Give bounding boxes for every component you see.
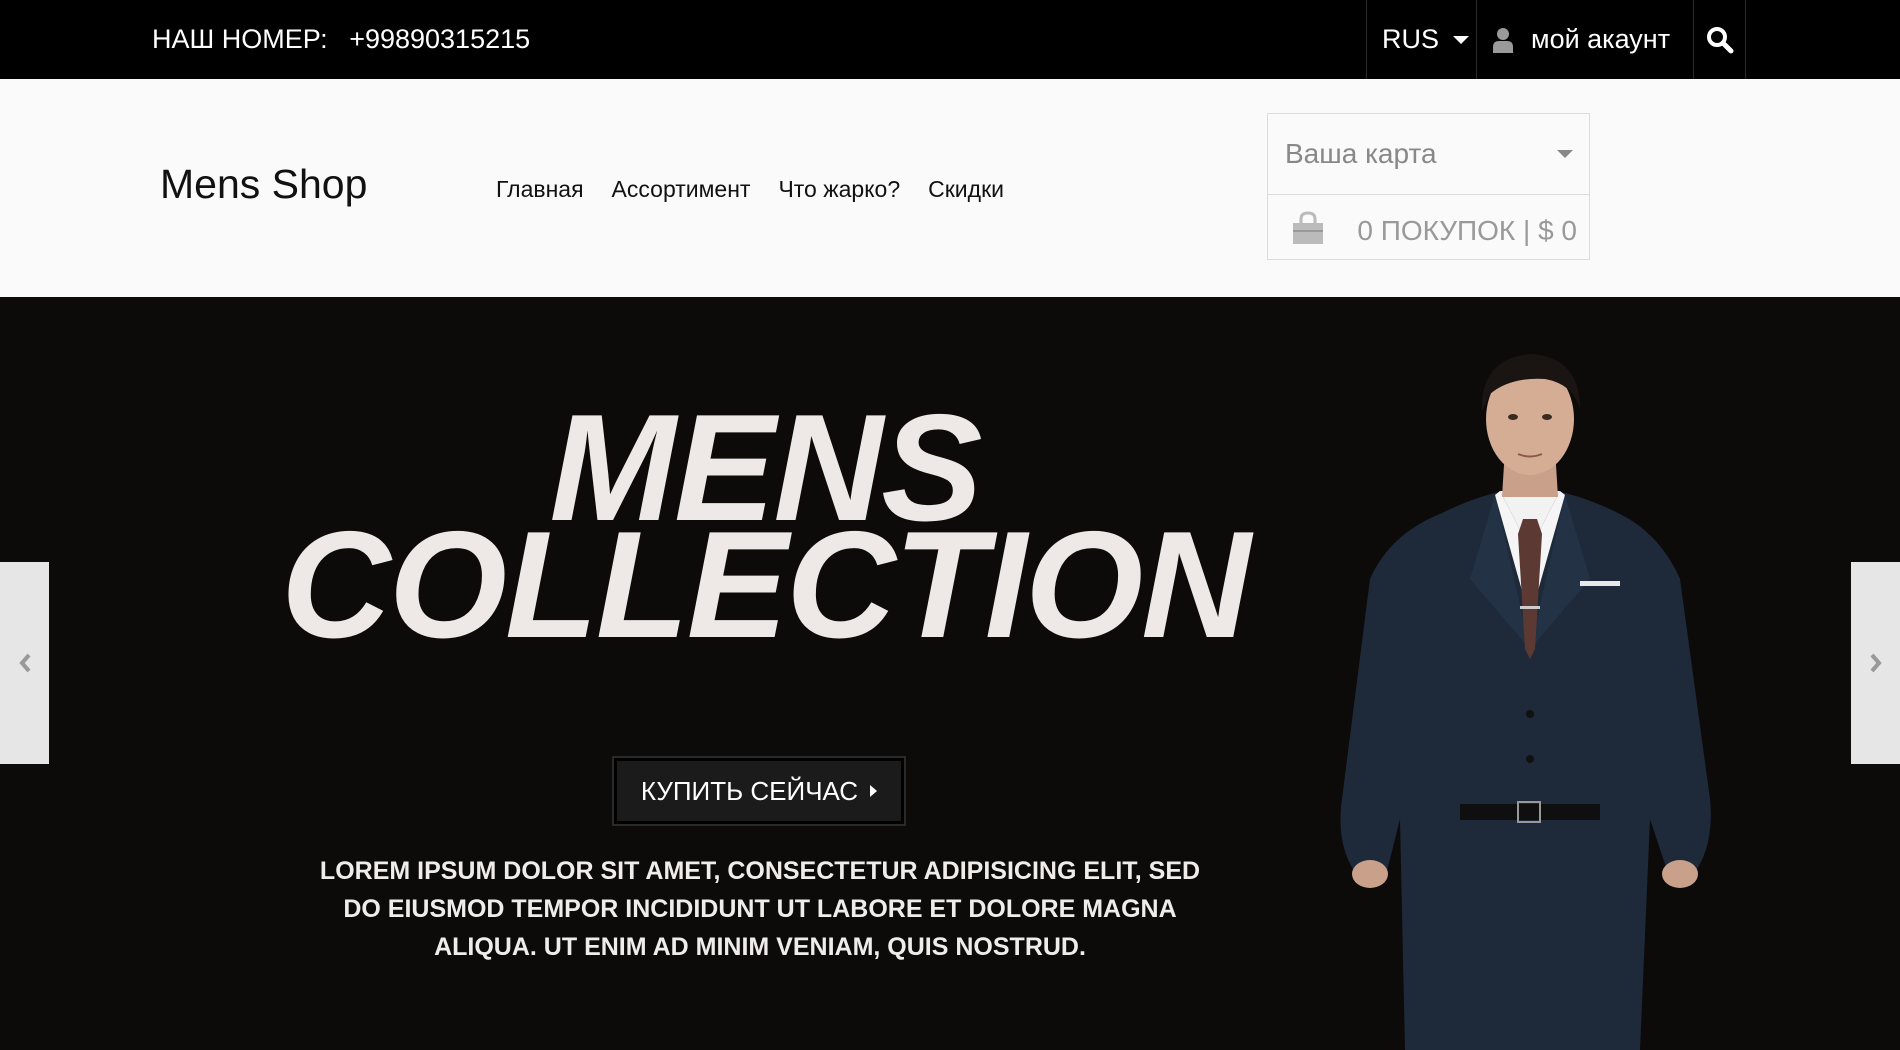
- top-bar: НАШ НОМЕР: +99890315215 RUS мой акаунт: [0, 0, 1900, 79]
- hero-slider: MENS COLLECTION КУПИТЬ СЕЙЧАС LOREM IPSU…: [0, 297, 1900, 1050]
- nav-sale[interactable]: Скидки: [928, 176, 1004, 203]
- chevron-left-icon: [18, 653, 31, 673]
- account-link[interactable]: мой акаунт: [1476, 0, 1693, 79]
- top-bar-actions: RUS мой акаунт: [1366, 0, 1746, 79]
- account-label: мой акаунт: [1531, 24, 1671, 54]
- caret-down-icon: [1453, 35, 1470, 44]
- caret-right-icon: [870, 785, 878, 797]
- main-nav: Главная Ассортимент Что жарко? Скидки: [496, 176, 1004, 203]
- search-button[interactable]: [1693, 0, 1746, 79]
- site-header: Mens Shop Главная Ассортимент Что жарко?…: [0, 79, 1900, 297]
- cart-summary-text: 0 ПОКУПОК | $ 0: [1357, 215, 1577, 246]
- phone-label: НАШ НОМЕР:: [152, 24, 328, 54]
- slider-prev-button[interactable]: [0, 562, 49, 764]
- hero-title-line2: COLLECTION: [281, 500, 1251, 670]
- nav-home[interactable]: Главная: [496, 176, 584, 203]
- cart-summary[interactable]: 0 ПОКУПОК | $ 0: [1268, 195, 1589, 259]
- chevron-right-icon: [1869, 653, 1882, 673]
- phone-number[interactable]: +99890315215: [349, 24, 530, 54]
- language-label: RUS: [1382, 24, 1440, 54]
- cart-widget: Ваша карта 0 ПОКУПОК | $ 0: [1267, 113, 1590, 260]
- slider-next-button[interactable]: [1851, 562, 1900, 764]
- caret-down-icon: [1557, 150, 1573, 158]
- cart-dropdown[interactable]: Ваша карта: [1268, 114, 1589, 195]
- language-selector[interactable]: RUS: [1366, 0, 1476, 79]
- cart-placeholder: Ваша карта: [1285, 138, 1437, 169]
- buy-now-label: КУПИТЬ СЕЙЧАС: [640, 775, 859, 806]
- shopping-bag-icon: [1293, 211, 1323, 244]
- model-image: [1340, 354, 1711, 1050]
- search-icon: [1706, 26, 1733, 53]
- buy-now-button[interactable]: КУПИТЬ СЕЙЧАС: [612, 756, 906, 826]
- hero-description: LOREM IPSUM DOLOR SIT AMET, CONSECTETUR …: [319, 857, 1201, 961]
- user-icon: [1493, 27, 1513, 53]
- nav-catalog[interactable]: Ассортимент: [612, 176, 751, 203]
- nav-hot[interactable]: Что жарко?: [778, 176, 900, 203]
- phone-info: НАШ НОМЕР: +99890315215: [152, 0, 530, 79]
- site-logo[interactable]: Mens Shop: [160, 164, 367, 205]
